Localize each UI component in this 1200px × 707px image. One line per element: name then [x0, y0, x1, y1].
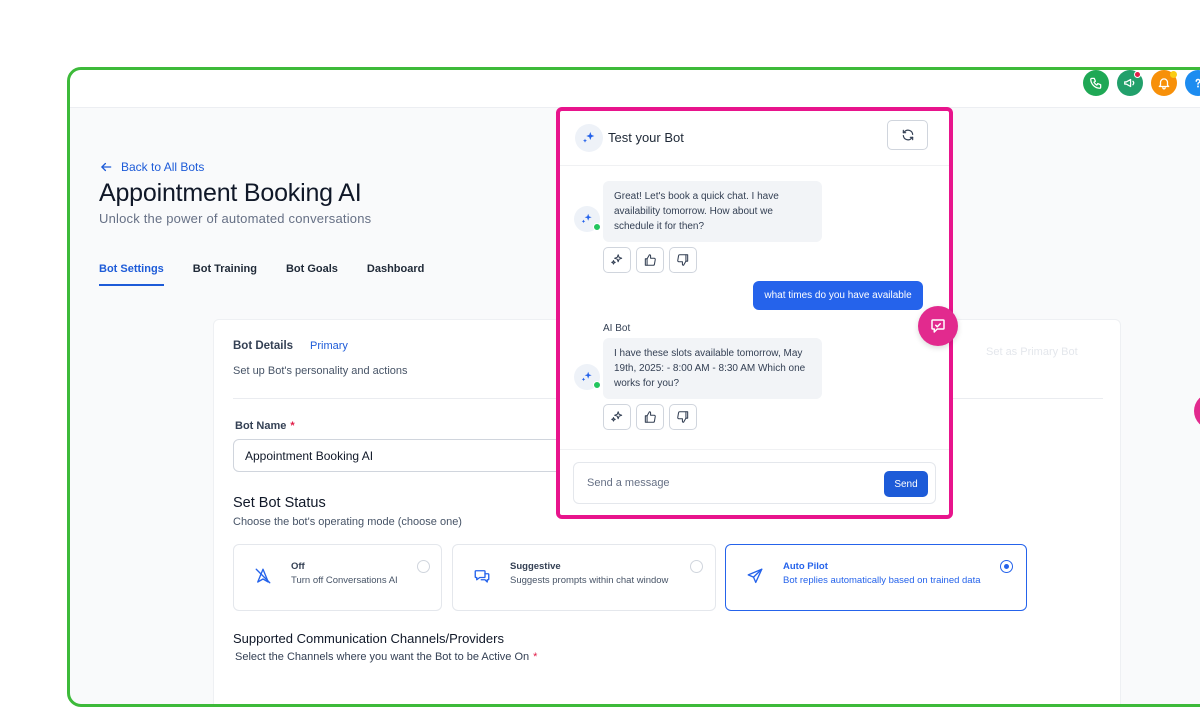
mode-description: Suggests prompts within chat window	[510, 575, 669, 586]
sparkle-action-button[interactable]	[603, 404, 631, 430]
bot-avatar	[574, 364, 601, 390]
message-composer: Send a message Send	[573, 462, 936, 504]
side-floating-button[interactable]	[1194, 393, 1200, 429]
notification-dot	[1170, 71, 1177, 78]
phone-icon[interactable]	[1083, 70, 1109, 96]
mode-description: Turn off Conversations AI	[291, 575, 398, 586]
thumbs-down-button[interactable]	[669, 247, 697, 273]
thumbs-up-button[interactable]	[636, 404, 664, 430]
divider	[560, 449, 949, 450]
bot-name-label: Bot Name *	[235, 420, 295, 432]
mode-title: Off	[291, 561, 305, 572]
chat-title: Test your Bot	[608, 130, 684, 145]
bot-status-title: Set Bot Status	[233, 495, 326, 511]
bot-message-bubble: Great! Let's book a quick chat. I have a…	[603, 181, 822, 242]
refresh-chat-button[interactable]	[887, 120, 928, 150]
top-bar	[70, 70, 1200, 108]
arrow-left-icon	[101, 162, 112, 172]
message-input[interactable]: Send a message	[587, 477, 670, 489]
thumbs-up-button[interactable]	[636, 247, 664, 273]
thumbs-up-icon	[644, 411, 656, 423]
mode-description: Bot replies automatically based on train…	[783, 575, 981, 586]
sparkle-action-button[interactable]	[603, 247, 631, 273]
help-icon[interactable]	[1185, 70, 1200, 96]
mode-option-suggestive[interactable]: Suggestive Suggests prompts within chat …	[452, 544, 716, 611]
tab-bot-settings[interactable]: Bot Settings	[99, 263, 164, 286]
tab-dashboard[interactable]: Dashboard	[367, 263, 424, 286]
bot-avatar	[574, 206, 601, 232]
mode-radio-off[interactable]	[417, 560, 430, 573]
bot-details-title: Bot Details	[233, 340, 294, 352]
mode-radio-auto-pilot[interactable]	[1000, 560, 1013, 573]
chat-bubbles-icon	[467, 561, 497, 591]
sparkles-icon	[611, 411, 623, 422]
channels-description: Select the Channels where you want the B…	[235, 651, 537, 663]
chat-header: Test your Bot	[560, 111, 949, 166]
thumbs-down-icon	[677, 254, 689, 266]
set-primary-bot-button[interactable]: Set as Primary Bot	[986, 346, 1078, 358]
sparkles-icon	[581, 371, 592, 382]
sparkles-icon	[581, 213, 592, 224]
bot-details-description: Set up Bot's personality and actions	[233, 365, 408, 377]
back-link-label: Back to All Bots	[121, 160, 205, 174]
notification-dot	[1134, 71, 1141, 78]
required-mark: *	[290, 420, 295, 432]
thumbs-up-icon	[644, 254, 656, 266]
bot-message-bubble: I have these slots available tomorrow, M…	[603, 338, 822, 399]
test-bot-chat-panel: Test your Bot Great! Let's book a quick …	[556, 107, 953, 519]
page-title: Appointment Booking AI	[99, 179, 362, 207]
floating-chat-button[interactable]	[918, 306, 958, 346]
megaphone-icon[interactable]	[1117, 70, 1143, 96]
bot-status-description: Choose the bot's operating mode (choose …	[233, 516, 462, 528]
back-to-all-bots-link[interactable]: Back to All Bots	[99, 160, 204, 174]
tab-bar: Bot Settings Bot Training Bot Goals Dash…	[99, 263, 424, 286]
mode-title: Suggestive	[510, 561, 561, 572]
bell-icon[interactable]	[1151, 70, 1177, 96]
message-feedback-row	[603, 247, 697, 273]
bot-name-label-text: Bot Name	[235, 420, 287, 432]
mode-option-off[interactable]: Off Turn off Conversations AI	[233, 544, 442, 611]
mode-title: Auto Pilot	[783, 561, 828, 572]
top-icon-group	[1083, 70, 1200, 96]
bot-off-icon	[248, 561, 278, 591]
sparkles-icon	[611, 254, 623, 265]
bot-sender-label: AI Bot	[603, 323, 631, 334]
tab-bot-goals[interactable]: Bot Goals	[286, 263, 338, 286]
user-message-bubble: what times do you have available	[753, 281, 923, 310]
thumbs-down-icon	[677, 411, 689, 423]
thumbs-down-button[interactable]	[669, 404, 697, 430]
message-feedback-row	[603, 404, 697, 430]
mode-radio-suggestive[interactable]	[690, 560, 703, 573]
paper-plane-icon	[740, 561, 770, 591]
sparkles-icon	[575, 124, 603, 152]
bot-name-value: Appointment Booking AI	[245, 448, 374, 463]
online-status-dot	[593, 223, 601, 231]
refresh-icon	[902, 129, 913, 141]
channels-title: Supported Communication Channels/Provide…	[233, 631, 504, 646]
chat-icon	[931, 319, 945, 333]
primary-badge: Primary	[310, 340, 348, 352]
send-button[interactable]: Send	[884, 471, 928, 497]
mode-option-auto-pilot[interactable]: Auto Pilot Bot replies automatically bas…	[725, 544, 1027, 611]
channels-description-text: Select the Channels where you want the B…	[235, 651, 530, 663]
required-mark: *	[533, 651, 538, 663]
bot-name-input[interactable]: Appointment Booking AI	[233, 439, 573, 472]
page-subtitle: Unlock the power of automated conversati…	[99, 211, 372, 226]
tab-bot-training[interactable]: Bot Training	[193, 263, 257, 286]
online-status-dot	[593, 381, 601, 389]
